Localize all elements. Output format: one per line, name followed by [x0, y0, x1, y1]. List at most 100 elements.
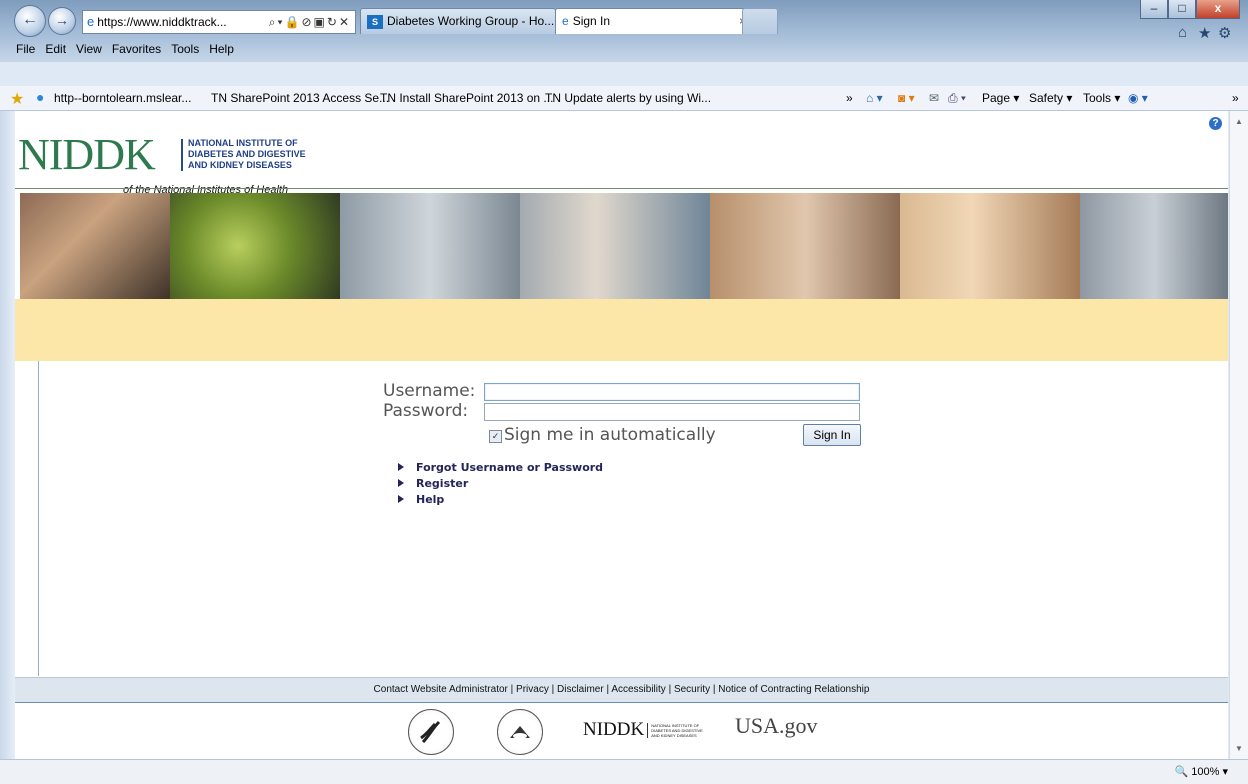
- vertical-scrollbar[interactable]: ▲ ▼: [1229, 111, 1248, 759]
- tab-label: Sign In: [572, 14, 611, 28]
- close-button[interactable]: x: [1196, 0, 1240, 19]
- footer-contact-link[interactable]: Contact Website Administrator: [374, 684, 508, 695]
- notice-band: [15, 299, 1228, 361]
- footer-disclaimer-link[interactable]: Disclaimer: [557, 684, 604, 695]
- ie-icon: e: [87, 14, 95, 29]
- logo-full-name: NATIONAL INSTITUTE OF DIABETES AND DIGES…: [188, 138, 306, 171]
- help-link[interactable]: Help: [398, 493, 603, 509]
- header-rule: [15, 188, 1228, 189]
- favorites-bar: ★ ● http--borntolearn.mslear... TN Share…: [0, 86, 1248, 111]
- status-bar: 🔍 100% ▾: [0, 759, 1248, 784]
- refresh-icon[interactable]: ↻: [327, 15, 339, 29]
- logo-divider: [181, 139, 183, 171]
- footer-separator: |: [712, 684, 716, 695]
- favorite-link-3[interactable]: TN Install SharePoint 2013 on ...: [380, 86, 553, 110]
- content-left-border: [38, 361, 39, 676]
- blocked-icon[interactable]: ⊘: [301, 15, 313, 29]
- zoom-control[interactable]: 🔍 100% ▾: [1175, 760, 1228, 784]
- url-host: www.niddktrack...: [133, 15, 227, 29]
- minimize-button[interactable]: –: [1140, 0, 1168, 19]
- tab-sign-in[interactable]: eSign In ×: [555, 8, 753, 34]
- username-label: Username:: [383, 381, 476, 401]
- tab-label: Diabetes Working Group - Ho...: [387, 14, 555, 28]
- menu-help[interactable]: Help: [209, 40, 234, 58]
- niddk-footer-logo[interactable]: NIDDK NATIONAL INSTITUTE OF DIABETES AND D…: [583, 719, 703, 741]
- logo-line-1: NATIONAL INSTITUTE OF: [188, 138, 298, 148]
- address-tools[interactable]: ⌕▾🔒⊘▣↻✕: [269, 11, 351, 33]
- mail-icon[interactable]: ✉: [929, 86, 939, 110]
- command-overflow-icon[interactable]: »: [1232, 86, 1239, 110]
- favorites-overflow-icon[interactable]: »: [846, 86, 853, 110]
- menu-file[interactable]: File: [16, 40, 35, 58]
- nih-seal-icon[interactable]: [497, 709, 543, 755]
- new-tab-button[interactable]: [742, 8, 778, 34]
- menu-tools[interactable]: Tools: [171, 40, 199, 58]
- footer-contracting-link[interactable]: Notice of Contracting Relationship: [718, 684, 869, 695]
- password-label: Password:: [383, 401, 469, 421]
- logo-acronym: NIDDK: [18, 130, 156, 179]
- forward-button[interactable]: →: [48, 7, 76, 35]
- window-left-edge: [0, 111, 15, 759]
- tab-diabetes-working-group[interactable]: S Diabetes Working Group - Ho...: [360, 8, 556, 34]
- footer-privacy-link[interactable]: Privacy: [516, 684, 549, 695]
- help-icon[interactable]: ◉ ▾: [1128, 86, 1148, 110]
- footer-separator: |: [510, 684, 514, 695]
- arrow-icon: [398, 463, 404, 471]
- hhs-seal-icon[interactable]: [408, 709, 454, 755]
- stop-icon[interactable]: ✕: [339, 15, 351, 29]
- scroll-down-icon[interactable]: ▼: [1235, 744, 1243, 753]
- usa-gov-logo[interactable]: USA.gov: [735, 713, 818, 739]
- address-bar[interactable]: e https://www.niddktrack... ⌕▾🔒⊘▣↻✕: [82, 10, 356, 34]
- back-button[interactable]: ←: [14, 5, 46, 37]
- tools-menu[interactable]: Tools ▾: [1083, 86, 1120, 110]
- remember-checkbox[interactable]: ✓: [489, 430, 502, 443]
- menu-view[interactable]: View: [76, 40, 102, 58]
- favorites-icon: ●: [36, 89, 45, 105]
- remember-label[interactable]: Sign me in automatically: [504, 425, 716, 445]
- feeds-icon[interactable]: ◙ ▾: [898, 86, 915, 110]
- home-icon[interactable]: ⌂ ▾: [866, 86, 883, 110]
- help-links: Forgot Username or Password Register Hel…: [398, 461, 603, 509]
- footer-accessibility-link[interactable]: Accessibility: [611, 684, 665, 695]
- page-content: ? NIDDK NATIONAL INSTITUTE OF DIABETES A…: [15, 111, 1228, 759]
- dropdown-icon[interactable]: ▾: [277, 15, 284, 29]
- footer-separator: |: [668, 684, 672, 695]
- ie-icon: e: [562, 14, 569, 28]
- page-menu[interactable]: Page ▾: [982, 86, 1019, 110]
- footer-security-link[interactable]: Security: [674, 684, 710, 695]
- sharepoint-icon: S: [367, 15, 383, 29]
- logo-line-2: DIABETES AND DIGESTIVE: [188, 149, 306, 159]
- sign-in-button[interactable]: Sign In: [803, 424, 861, 446]
- niddk-footer-text: NIDDK: [583, 719, 645, 740]
- footer-logos: NIDDK NATIONAL INSTITUTE OF DIABETES AND D…: [15, 703, 1228, 759]
- link-label: Help: [416, 493, 445, 506]
- page-help-icon[interactable]: ?: [1209, 117, 1222, 130]
- forgot-credentials-link[interactable]: Forgot Username or Password: [398, 461, 603, 477]
- password-input[interactable]: [484, 403, 860, 421]
- scroll-up-icon[interactable]: ▲: [1235, 117, 1243, 126]
- menu-edit[interactable]: Edit: [45, 40, 66, 58]
- username-input[interactable]: [484, 383, 860, 401]
- favorites-star-icon[interactable]: ★: [10, 89, 24, 109]
- menu-bar: File Edit View Favorites Tools Help: [0, 40, 1248, 58]
- window-controls: – □ x: [1140, 0, 1240, 20]
- menu-favorites[interactable]: Favorites: [112, 40, 161, 58]
- footer-separator: |: [606, 684, 610, 695]
- favorite-link-1[interactable]: http--borntolearn.mslear...: [54, 86, 191, 110]
- favorite-link-2[interactable]: TN SharePoint 2013 Access Se...: [211, 86, 389, 110]
- logo-line-3: AND KIDNEY DISEASES: [188, 160, 292, 170]
- print-icon[interactable]: ⎙ ▾: [948, 86, 966, 110]
- home-icon[interactable]: ⌂: [1178, 24, 1187, 41]
- niddk-footer-subtext: NATIONAL INSTITUTE OF DIABETES AND DIGEST…: [647, 723, 703, 739]
- header-banner-photo: [20, 193, 1228, 299]
- zoom-level: 100%: [1191, 766, 1220, 778]
- footer-separator: |: [551, 684, 555, 695]
- lock-icon[interactable]: 🔒: [285, 15, 302, 29]
- favorite-link-4[interactable]: TN Update alerts by using Wi...: [545, 86, 711, 110]
- register-link[interactable]: Register: [398, 477, 603, 493]
- arrow-icon: [398, 495, 404, 503]
- maximize-button[interactable]: □: [1168, 0, 1196, 19]
- link-label: Register: [416, 477, 469, 490]
- compat-icon[interactable]: ▣: [314, 15, 327, 29]
- safety-menu[interactable]: Safety ▾: [1029, 86, 1072, 110]
